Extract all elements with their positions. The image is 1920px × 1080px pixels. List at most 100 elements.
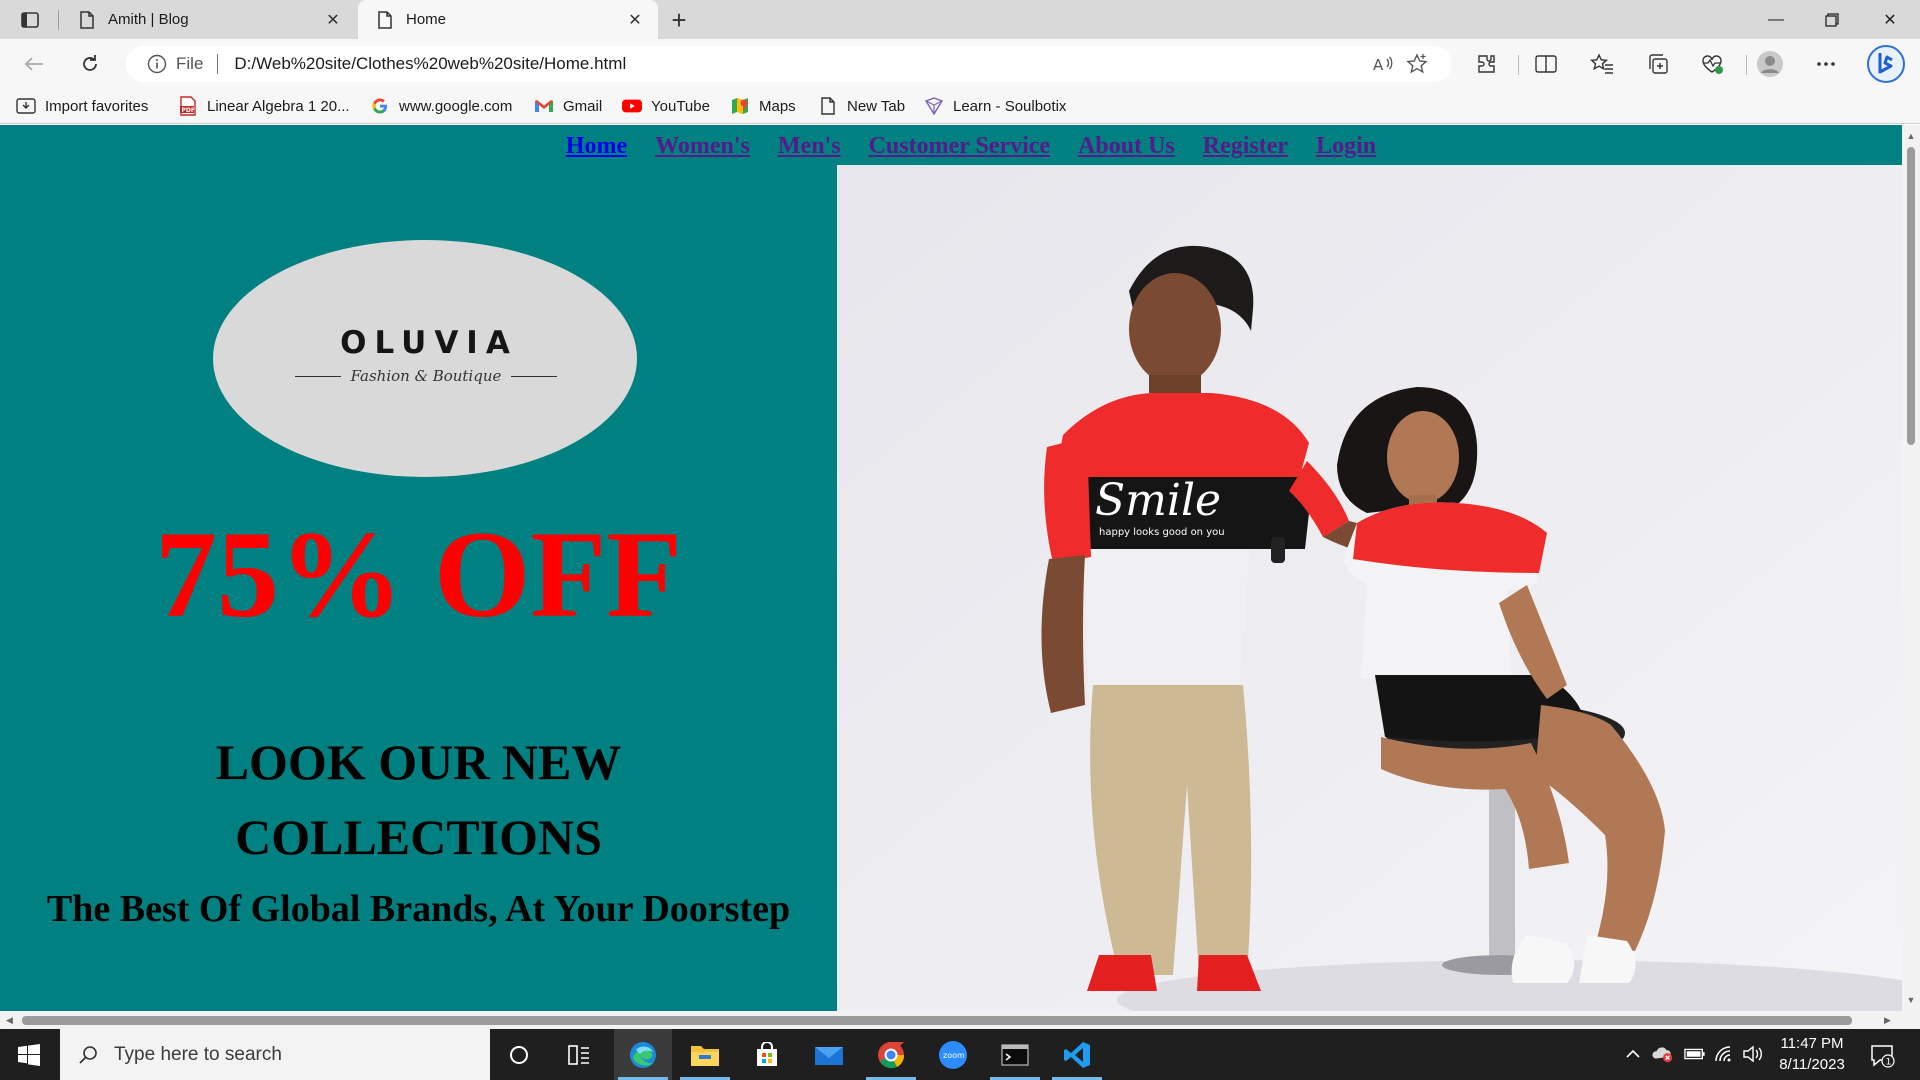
svg-text:A: A xyxy=(1373,56,1384,73)
address-divider xyxy=(217,54,219,74)
hero-shirt-text: Smile xyxy=(1095,475,1221,526)
vertical-scrollbar[interactable]: ▲ ▼ xyxy=(1902,125,1920,1011)
chrome-icon[interactable] xyxy=(862,1029,920,1080)
clock-time: 11:47 PM xyxy=(1780,1035,1844,1052)
back-icon[interactable] xyxy=(16,47,52,81)
microsoft-store-icon[interactable] xyxy=(738,1029,796,1080)
nav-mens-link[interactable]: Men's xyxy=(778,133,841,165)
site-nav: Home Women's Men's Customer Service Abou… xyxy=(0,133,1902,165)
cortana-icon[interactable] xyxy=(490,1029,548,1080)
refresh-icon[interactable] xyxy=(72,47,108,81)
more-options-icon[interactable] xyxy=(1808,47,1844,81)
battery-icon[interactable] xyxy=(1684,1043,1706,1065)
logo-wordmark: OLUVIA xyxy=(340,325,518,361)
volume-icon[interactable] xyxy=(1742,1043,1764,1065)
nav-womens-link[interactable]: Women's xyxy=(655,133,750,165)
info-icon[interactable] xyxy=(146,53,168,75)
edge-taskbar-icon[interactable] xyxy=(614,1029,672,1080)
favorite-youtube[interactable]: YouTube xyxy=(622,95,710,117)
profile-avatar-icon[interactable] xyxy=(1752,47,1788,81)
close-tab-icon[interactable]: ✕ xyxy=(318,5,348,35)
zoom-icon[interactable]: zoom xyxy=(924,1029,982,1080)
show-hidden-icons-icon[interactable] xyxy=(1622,1043,1644,1065)
favorite-new-tab[interactable]: New Tab xyxy=(818,95,905,117)
favorite-label: New Tab xyxy=(847,97,906,115)
favorite-soulbotix[interactable]: Learn - Soulbotix xyxy=(924,95,1066,117)
vscode-icon[interactable] xyxy=(1048,1029,1106,1080)
close-window-icon[interactable]: ✕ xyxy=(1862,0,1918,39)
favorite-label: www.google.com xyxy=(399,97,513,115)
import-icon xyxy=(16,96,36,116)
wifi-icon[interactable] xyxy=(1714,1043,1736,1065)
extensions-icon[interactable] xyxy=(1468,47,1504,81)
read-aloud-icon[interactable]: A xyxy=(1366,47,1400,81)
toolbar-separator xyxy=(1518,55,1519,75)
address-url[interactable]: D:/Web%20site/Clothes%20web%20site/Home.… xyxy=(234,54,1366,74)
scroll-right-icon[interactable]: ▶ xyxy=(1884,1015,1891,1026)
horizontal-scroll-thumb[interactable] xyxy=(22,1016,1852,1025)
favorite-linear-algebra[interactable]: PDF Linear Algebra 1 20... xyxy=(178,95,350,117)
notifications-icon[interactable]: 1 xyxy=(1868,1041,1896,1069)
logo-rule xyxy=(511,375,557,377)
collections-icon[interactable] xyxy=(1640,47,1676,81)
favorite-star-icon[interactable] xyxy=(1400,47,1434,81)
favorite-label: Learn - Soulbotix xyxy=(953,97,1067,115)
mail-icon[interactable] xyxy=(800,1029,858,1080)
promo-panel: OLUVIA Fashion & Boutique 75% OFF LOOK O… xyxy=(0,165,837,1011)
favorite-import[interactable]: Import favorites xyxy=(16,95,148,117)
tab-title: Amith | Blog xyxy=(108,11,189,28)
maps-icon xyxy=(730,96,750,116)
favorites-icon[interactable] xyxy=(1584,47,1620,81)
svg-text:PDF: PDF xyxy=(182,107,195,114)
notification-count: 1 xyxy=(1886,1058,1892,1068)
terminal-icon[interactable] xyxy=(986,1029,1044,1080)
soulbotix-icon xyxy=(924,96,944,116)
browser-essentials-icon[interactable] xyxy=(1694,47,1730,81)
logo-tagline: Fashion & Boutique xyxy=(350,367,502,385)
scroll-down-icon[interactable]: ▼ xyxy=(1906,995,1916,1005)
favorites-bar: Import favorites PDF Linear Algebra 1 20… xyxy=(0,88,1920,124)
tab-actions-icon[interactable] xyxy=(14,6,46,34)
close-tab-icon[interactable]: ✕ xyxy=(620,5,650,35)
page-icon xyxy=(818,96,838,116)
hero-shirt-subtext: happy looks good on you xyxy=(1099,527,1225,538)
bing-copilot-icon[interactable] xyxy=(1866,44,1906,84)
windows-start-icon[interactable] xyxy=(0,1029,58,1080)
taskbar-search-box[interactable]: Type here to search xyxy=(60,1029,490,1080)
site-page: Home Women's Men's Customer Service Abou… xyxy=(0,125,1902,1011)
google-icon xyxy=(370,96,390,116)
tab-title: Home xyxy=(406,11,447,28)
search-icon xyxy=(76,1043,100,1067)
favorite-label: Import favorites xyxy=(45,97,149,115)
scroll-left-icon[interactable]: ◀ xyxy=(6,1015,13,1026)
address-scheme-label: File xyxy=(176,54,204,73)
page-icon xyxy=(376,10,394,30)
favorite-google[interactable]: www.google.com xyxy=(370,95,512,117)
file-explorer-icon[interactable] xyxy=(676,1029,734,1080)
favorite-label: Linear Algebra 1 20... xyxy=(207,97,350,115)
split-screen-icon[interactable] xyxy=(1528,47,1564,81)
favorite-gmail[interactable]: Gmail xyxy=(534,95,602,117)
vertical-scroll-thumb[interactable] xyxy=(1907,147,1915,445)
tab-amith-blog[interactable]: Amith | Blog ✕ xyxy=(60,0,356,39)
favorite-maps[interactable]: Maps xyxy=(730,95,796,117)
system-clock[interactable]: 11:47 PM 8/11/2023 xyxy=(1762,1033,1862,1075)
pdf-icon: PDF xyxy=(178,96,198,116)
onedrive-error-icon[interactable] xyxy=(1652,1043,1674,1065)
minimize-icon[interactable]: — xyxy=(1748,0,1804,39)
restore-icon[interactable] xyxy=(1804,0,1860,39)
scroll-up-icon[interactable]: ▲ xyxy=(1906,131,1916,141)
nav-login-link[interactable]: Login xyxy=(1316,133,1376,165)
horizontal-scrollbar[interactable]: ◀ ▶ xyxy=(0,1011,1920,1029)
search-placeholder: Type here to search xyxy=(114,1043,282,1065)
discount-offer: 75% OFF xyxy=(155,506,682,643)
page-icon xyxy=(78,10,96,30)
task-view-icon[interactable] xyxy=(550,1029,608,1080)
nav-register-link[interactable]: Register xyxy=(1203,133,1288,165)
nav-customer-service-link[interactable]: Customer Service xyxy=(869,133,1051,165)
new-tab-button[interactable]: + xyxy=(664,5,694,35)
address-bar[interactable]: File D:/Web%20site/Clothes%20web%20site/… xyxy=(126,46,1452,82)
tab-home[interactable]: Home ✕ xyxy=(358,0,658,39)
nav-about-us-link[interactable]: About Us xyxy=(1078,133,1175,165)
nav-home-link[interactable]: Home xyxy=(566,133,627,165)
